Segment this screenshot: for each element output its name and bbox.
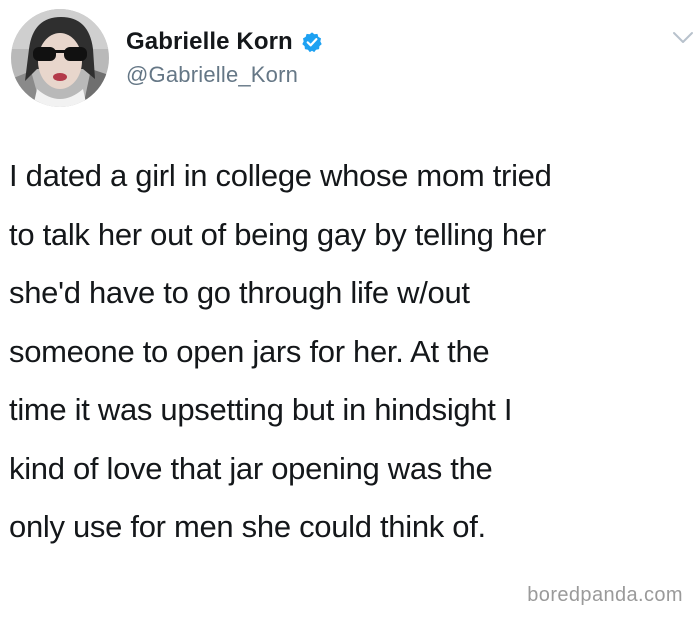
tweet-text-line: to talk her out of being gay by telling … [9, 216, 546, 252]
tweet-text-line: she'd have to go through life w/out [9, 275, 470, 310]
chevron-down-icon[interactable] [672, 30, 694, 46]
tweet-text-line: someone to open jars for her. At the [9, 333, 490, 369]
tweet-card: Gabrielle Korn @Gabrielle_Korn I dated a… [0, 0, 700, 619]
tweet-text-line: only use for men she could think of. [9, 509, 486, 544]
tweet-text-line: I dated a girl in college whose mom trie… [9, 158, 552, 193]
display-name[interactable]: Gabrielle Korn [126, 28, 293, 56]
author-block: Gabrielle Korn @Gabrielle_Korn [126, 26, 323, 88]
avatar[interactable] [11, 9, 109, 107]
verified-badge-icon [301, 31, 323, 53]
watermark: boredpanda.com [527, 584, 683, 606]
handle[interactable]: @Gabrielle_Korn [126, 62, 323, 88]
tweet-text-line: kind of love that jar opening was the [9, 450, 493, 486]
display-name-row: Gabrielle Korn [126, 26, 323, 58]
tweet-text-line: time it was upsetting but in hindsight I [9, 392, 513, 427]
tweet-text: I dated a girl in college whose mom trie… [9, 147, 694, 557]
